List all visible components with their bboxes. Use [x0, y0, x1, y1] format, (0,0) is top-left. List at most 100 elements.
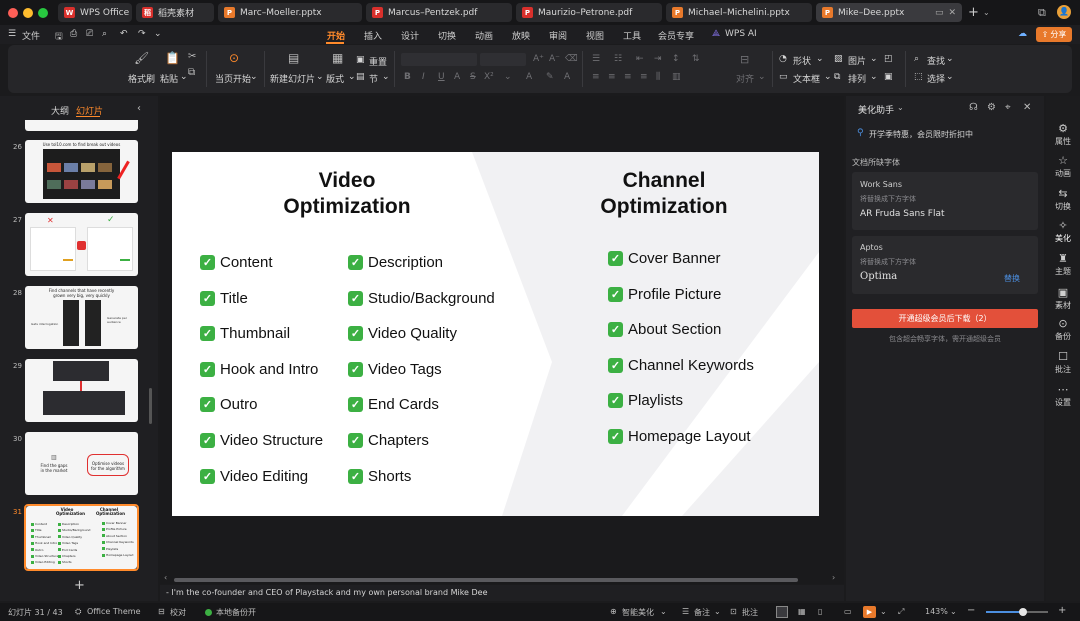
- italic-icon[interactable]: I: [422, 72, 425, 82]
- slide-thumbnail-28[interactable]: Find channels that have recently grown v…: [25, 286, 138, 349]
- tab-michael-michelini[interactable]: P Michael–Michelini.pptx: [666, 3, 812, 22]
- zoom-level[interactable]: 143%: [925, 607, 948, 616]
- collapse-panel-icon[interactable]: ‹: [137, 103, 141, 114]
- menu-transition[interactable]: 切换: [438, 29, 456, 42]
- picture-icon[interactable]: ▨: [834, 54, 843, 64]
- chevron-down-icon[interactable]: ⌄: [660, 607, 667, 616]
- tab-mike-dee[interactable]: P Mike–Dee.pptx ▭ ✕: [816, 3, 962, 22]
- normal-view-icon[interactable]: [776, 606, 788, 618]
- share-button[interactable]: ⇪ 分享: [1036, 27, 1072, 42]
- select-icon[interactable]: ⬚: [914, 72, 923, 82]
- superscript-icon[interactable]: X²: [484, 72, 494, 82]
- menu-view[interactable]: 视图: [586, 29, 604, 42]
- format-painter-button[interactable]: 格式刷: [128, 72, 155, 85]
- sidebar-item-settings[interactable]: ⋯ 设置: [1046, 383, 1080, 408]
- from-current-button[interactable]: 当页开始: [215, 72, 251, 85]
- line-spacing-icon[interactable]: ↕: [672, 54, 680, 64]
- increase-font-icon[interactable]: A⁺: [533, 54, 544, 64]
- close-icon[interactable]: ✕: [1023, 102, 1031, 113]
- tab-marc-moeller[interactable]: P Marc–Moeller.pptx: [218, 3, 362, 22]
- zoom-window-button[interactable]: [38, 8, 48, 18]
- scroll-left-icon[interactable]: ‹: [164, 573, 167, 582]
- menu-wps-ai[interactable]: WPS AI: [725, 29, 757, 39]
- text-direction-icon[interactable]: ⇅: [692, 54, 700, 64]
- present-mode-icon[interactable]: ▭: [844, 607, 852, 616]
- reset-button[interactable]: 重置: [369, 55, 387, 68]
- font-name-input[interactable]: [401, 53, 477, 66]
- chevron-down-icon[interactable]: ⌄: [824, 72, 832, 82]
- strike-icon[interactable]: S: [470, 72, 476, 82]
- indent-decrease-icon[interactable]: ⇤: [636, 54, 644, 64]
- smart-beautify-button[interactable]: 智能美化: [622, 607, 654, 618]
- slide-thumbnail-30[interactable]: ▥ Find the gaps in the market Optimise v…: [25, 432, 138, 495]
- slide-thumbnail-29[interactable]: [25, 359, 138, 422]
- download-fonts-button[interactable]: 开通超级会员后下载（2）: [852, 309, 1038, 328]
- chevron-down-icon[interactable]: ⌄: [897, 103, 904, 112]
- undo-icon[interactable]: ↶: [120, 29, 128, 39]
- section-button[interactable]: 节: [369, 72, 378, 85]
- new-tab-icon[interactable]: +: [968, 5, 979, 20]
- horizontal-scrollbar[interactable]: [174, 578, 798, 582]
- sidebar-item-animation[interactable]: ☆ 动画: [1046, 154, 1080, 179]
- bullets-icon[interactable]: ☰: [592, 54, 600, 64]
- picture-button[interactable]: 图片: [848, 54, 866, 67]
- textbox-icon[interactable]: ▭: [779, 72, 788, 82]
- tab-daoke[interactable]: 稻 稻壳素材: [136, 3, 214, 22]
- headset-icon[interactable]: ☊: [969, 102, 978, 113]
- select-button[interactable]: 选择: [927, 72, 945, 85]
- slide-thumbnail-27[interactable]: ✕ ✓: [25, 213, 138, 276]
- columns-icon[interactable]: ▥: [672, 72, 681, 82]
- menu-file[interactable]: 文件: [22, 29, 40, 42]
- highlight-icon[interactable]: ✎: [546, 72, 554, 82]
- slide-sorter-icon[interactable]: ▦: [798, 607, 806, 616]
- justify-icon[interactable]: ≡: [640, 72, 648, 82]
- tab-marcus-pentzek[interactable]: P Marcus–Pentzek.pdf: [366, 3, 512, 22]
- distribute-icon[interactable]: ⫼: [656, 72, 660, 82]
- layout-icon[interactable]: ▦: [332, 51, 343, 65]
- format-painter-icon[interactable]: 🖌: [134, 51, 149, 65]
- comments-toggle[interactable]: 批注: [742, 607, 758, 618]
- sidebar-item-properties[interactable]: ⚙ 属性: [1046, 122, 1080, 147]
- save-icon[interactable]: 🖫: [55, 29, 63, 45]
- align-left-icon[interactable]: ≡: [592, 72, 600, 82]
- tab-wps-office[interactable]: W WPS Office: [58, 3, 132, 22]
- replace-link[interactable]: 替换: [1004, 273, 1020, 284]
- slide-canvas[interactable]: Video Optimization Channel Optimization …: [172, 152, 819, 516]
- paste-button[interactable]: 粘贴: [160, 72, 178, 85]
- sidebar-item-comments[interactable]: ☐ 批注: [1046, 350, 1080, 375]
- menu-slideshow[interactable]: 放映: [512, 29, 530, 42]
- play-icon[interactable]: ⊙: [229, 51, 239, 65]
- avatar[interactable]: 👤: [1057, 5, 1071, 19]
- chart-icon[interactable]: ◰: [884, 54, 893, 64]
- arrange-button[interactable]: 排列: [848, 72, 866, 85]
- notes-toggle[interactable]: 备注: [694, 607, 710, 618]
- minimize-window-button[interactable]: [23, 8, 33, 18]
- play-slideshow-button[interactable]: ▶: [863, 606, 876, 618]
- pin-icon[interactable]: ⌖: [1005, 102, 1011, 113]
- print-icon[interactable]: ⎚: [86, 29, 93, 39]
- copy-icon[interactable]: ⧉: [188, 67, 195, 78]
- sidebar-item-beautify[interactable]: ✧ 美化: [1046, 219, 1080, 244]
- clear-format-icon[interactable]: ⌫: [565, 54, 578, 64]
- zoom-out-icon[interactable]: −: [967, 605, 975, 616]
- cloud-icon[interactable]: ☁: [1018, 29, 1027, 39]
- slide-thumbnail[interactable]: [25, 120, 138, 131]
- window-restore-icon[interactable]: ⧉: [1038, 6, 1046, 20]
- font-size-input[interactable]: [480, 53, 526, 66]
- indent-increase-icon[interactable]: ⇥: [654, 54, 662, 64]
- menu-animation[interactable]: 动画: [475, 29, 493, 42]
- promo-text[interactable]: 开学季特惠，会员限时折扣中: [869, 129, 973, 140]
- proofread-button[interactable]: 校对: [170, 607, 186, 618]
- sidebar-item-theme[interactable]: ♜ 主题: [1046, 252, 1080, 277]
- chevron-down-icon[interactable]: ⌄: [180, 72, 188, 82]
- theme-name[interactable]: Office Theme: [87, 607, 141, 616]
- align-icon[interactable]: ⊟: [740, 53, 749, 66]
- menu-home[interactable]: 开始: [327, 29, 345, 42]
- chevron-down-icon[interactable]: ⌄: [504, 72, 512, 82]
- align-center-icon[interactable]: ≡: [608, 72, 616, 82]
- chevron-down-icon[interactable]: ⌄: [946, 72, 954, 82]
- gear-icon[interactable]: ⚙: [987, 102, 996, 113]
- hamburger-icon[interactable]: ☰: [8, 29, 16, 39]
- backup-status[interactable]: 本地备份开: [216, 607, 256, 618]
- shape-button[interactable]: 形状: [793, 54, 811, 67]
